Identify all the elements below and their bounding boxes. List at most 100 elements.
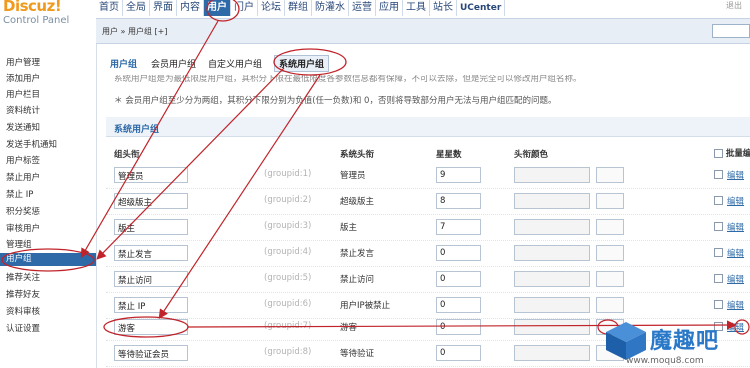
color-input[interactable] <box>514 219 590 235</box>
color-picker[interactable] <box>596 219 624 235</box>
batch-edit-checkbox[interactable] <box>714 148 723 158</box>
edit-link[interactable]: 编辑 <box>727 247 744 259</box>
sidebar-item-user-group[interactable]: 用户组 <box>0 253 96 266</box>
edit-link[interactable]: 编辑 <box>727 299 744 311</box>
tab-custom-groups[interactable]: 自定义用户组 <box>208 57 262 70</box>
group-id: (groupid:5) <box>264 273 312 283</box>
nav-tab-home[interactable]: 首页 <box>96 0 123 16</box>
logout-link[interactable]: 退出 <box>726 0 742 11</box>
sidebar-item-user-manage[interactable]: 用户管理 <box>6 56 40 68</box>
nav-tab-ucenter[interactable]: UCenter <box>457 0 506 16</box>
nav-tab-antispam[interactable]: 防灌水 <box>312 0 349 16</box>
stars-input[interactable]: 0 <box>436 297 481 313</box>
system-title: 游客 <box>340 323 358 333</box>
stars-input[interactable]: 0 <box>436 345 481 361</box>
logo-subtitle: Control Panel <box>3 15 70 26</box>
sidebar-item-profile-audit[interactable]: 资料审核 <box>6 305 40 317</box>
section-header: 系统用户组 <box>106 117 750 137</box>
group-id: (groupid:4) <box>264 247 312 257</box>
nav-tab-apps[interactable]: 应用 <box>376 0 403 16</box>
watermark: 魔趣吧 www.moqu8.com <box>604 320 750 368</box>
row-checkbox[interactable] <box>714 222 723 231</box>
edit-link[interactable]: 编辑 <box>727 273 744 285</box>
row-checkbox[interactable] <box>714 170 723 179</box>
nav-tab-content[interactable]: 内容 <box>177 0 204 16</box>
group-title-input[interactable]: 禁止访问 <box>114 271 188 287</box>
sidebar-item-ban-user[interactable]: 禁止用户 <box>6 171 40 183</box>
stars-input[interactable]: 0 <box>436 245 481 261</box>
color-picker[interactable] <box>596 193 624 209</box>
sidebar-item-send-notice[interactable]: 发送通知 <box>6 121 40 133</box>
sidebar-item-send-sms[interactable]: 发送手机通知 <box>6 138 57 150</box>
nav-tab-tools[interactable]: 工具 <box>403 0 430 16</box>
edit-link[interactable]: 编辑 <box>727 195 744 207</box>
group-title-input[interactable]: 禁止发言 <box>114 245 188 261</box>
nav-tab-forum[interactable]: 论坛 <box>258 0 285 16</box>
sidebar-item-recommend-follow[interactable]: 推荐关注 <box>6 271 40 283</box>
sidebar-item-audit-user[interactable]: 审核用户 <box>6 222 40 234</box>
nav-tab-portal[interactable]: 门户 <box>231 0 258 16</box>
edit-link[interactable]: 编辑 <box>727 169 744 181</box>
system-title: 超级版主 <box>340 197 375 207</box>
row-checkbox[interactable] <box>714 300 723 309</box>
group-title-input[interactable]: 游客 <box>114 319 188 335</box>
nav-tab-admin[interactable]: 站长 <box>430 0 457 16</box>
system-title: 禁止访问 <box>340 275 375 285</box>
group-id: (groupid:2) <box>264 195 312 205</box>
subtabs: 用户组 会员用户组 自定义用户组 系统用户组 <box>110 54 341 72</box>
sidebar-item-verify-settings[interactable]: 认证设置 <box>6 322 40 334</box>
row-checkbox[interactable] <box>714 274 723 283</box>
color-input[interactable] <box>514 193 590 209</box>
system-title: 禁止发言 <box>340 249 375 259</box>
edit-link[interactable]: 编辑 <box>727 221 744 233</box>
sidebar-item-credit-reward[interactable]: 积分奖惩 <box>6 205 40 217</box>
color-input[interactable] <box>514 319 590 335</box>
tab-member-groups[interactable]: 会员用户组 <box>151 57 196 70</box>
sidebar-item-recommend-friend[interactable]: 推荐好友 <box>6 288 40 300</box>
stars-input[interactable]: 0 <box>436 319 481 335</box>
header-system-title: 系统头衔 <box>340 150 375 160</box>
color-picker[interactable] <box>596 167 624 183</box>
group-title-input[interactable]: 超级版主 <box>114 193 188 209</box>
table-row: 超级版主 (groupid:2) 超级版主 8 编辑 <box>106 189 750 215</box>
color-input[interactable] <box>514 297 590 313</box>
sidebar: 用户管理 添加用户 用户栏目 资料统计 发送通知 发送手机通知 用户标签 禁止用… <box>0 44 96 368</box>
page-title: 用户组 <box>110 59 138 70</box>
group-title-input[interactable]: 版主 <box>114 219 188 235</box>
color-input[interactable] <box>514 167 590 183</box>
group-title-input[interactable]: 禁止 IP <box>114 297 188 313</box>
color-picker[interactable] <box>596 297 624 313</box>
stars-input[interactable]: 9 <box>436 167 481 183</box>
logo[interactable]: Discuz! Control Panel <box>3 0 95 35</box>
color-picker[interactable] <box>596 271 624 287</box>
breadcrumb: 用户 » 用户组 [+] <box>102 27 168 36</box>
search-input[interactable] <box>712 24 750 38</box>
sidebar-item-user-tags[interactable]: 用户标签 <box>6 154 40 166</box>
stars-input[interactable]: 8 <box>436 193 481 209</box>
group-id: (groupid:6) <box>264 299 312 309</box>
batch-edit[interactable]: 批量编辑 <box>714 147 750 159</box>
sidebar-item-ban-ip[interactable]: 禁止 IP <box>6 188 33 200</box>
sidebar-item-admin-group[interactable]: 管理组 <box>6 238 32 250</box>
nav-tab-operation[interactable]: 运营 <box>349 0 376 16</box>
stars-input[interactable]: 0 <box>436 271 481 287</box>
color-input[interactable] <box>514 345 590 361</box>
table-row: 禁止发言 (groupid:4) 禁止发言 0 编辑 <box>106 241 750 267</box>
sidebar-item-add-user[interactable]: 添加用户 <box>6 72 40 84</box>
tab-system-groups[interactable]: 系统用户组 <box>274 54 330 72</box>
stars-input[interactable]: 7 <box>436 219 481 235</box>
sidebar-item-user-column[interactable]: 用户栏目 <box>6 88 40 100</box>
row-checkbox[interactable] <box>714 196 723 205</box>
color-input[interactable] <box>514 245 590 261</box>
group-title-input[interactable]: 管理员 <box>114 167 188 183</box>
nav-tab-interface[interactable]: 界面 <box>150 0 177 16</box>
nav-tab-global[interactable]: 全局 <box>123 0 150 16</box>
color-input[interactable] <box>514 271 590 287</box>
sidebar-item-profile-stats[interactable]: 资料统计 <box>6 104 40 116</box>
header-title-color: 头衔颜色 <box>514 150 549 160</box>
group-title-input[interactable]: 等待验证会员 <box>114 345 188 361</box>
row-checkbox[interactable] <box>714 248 723 257</box>
nav-tab-group[interactable]: 群组 <box>285 0 312 16</box>
nav-tab-user[interactable]: 用户 <box>204 0 231 16</box>
color-picker[interactable] <box>596 245 624 261</box>
